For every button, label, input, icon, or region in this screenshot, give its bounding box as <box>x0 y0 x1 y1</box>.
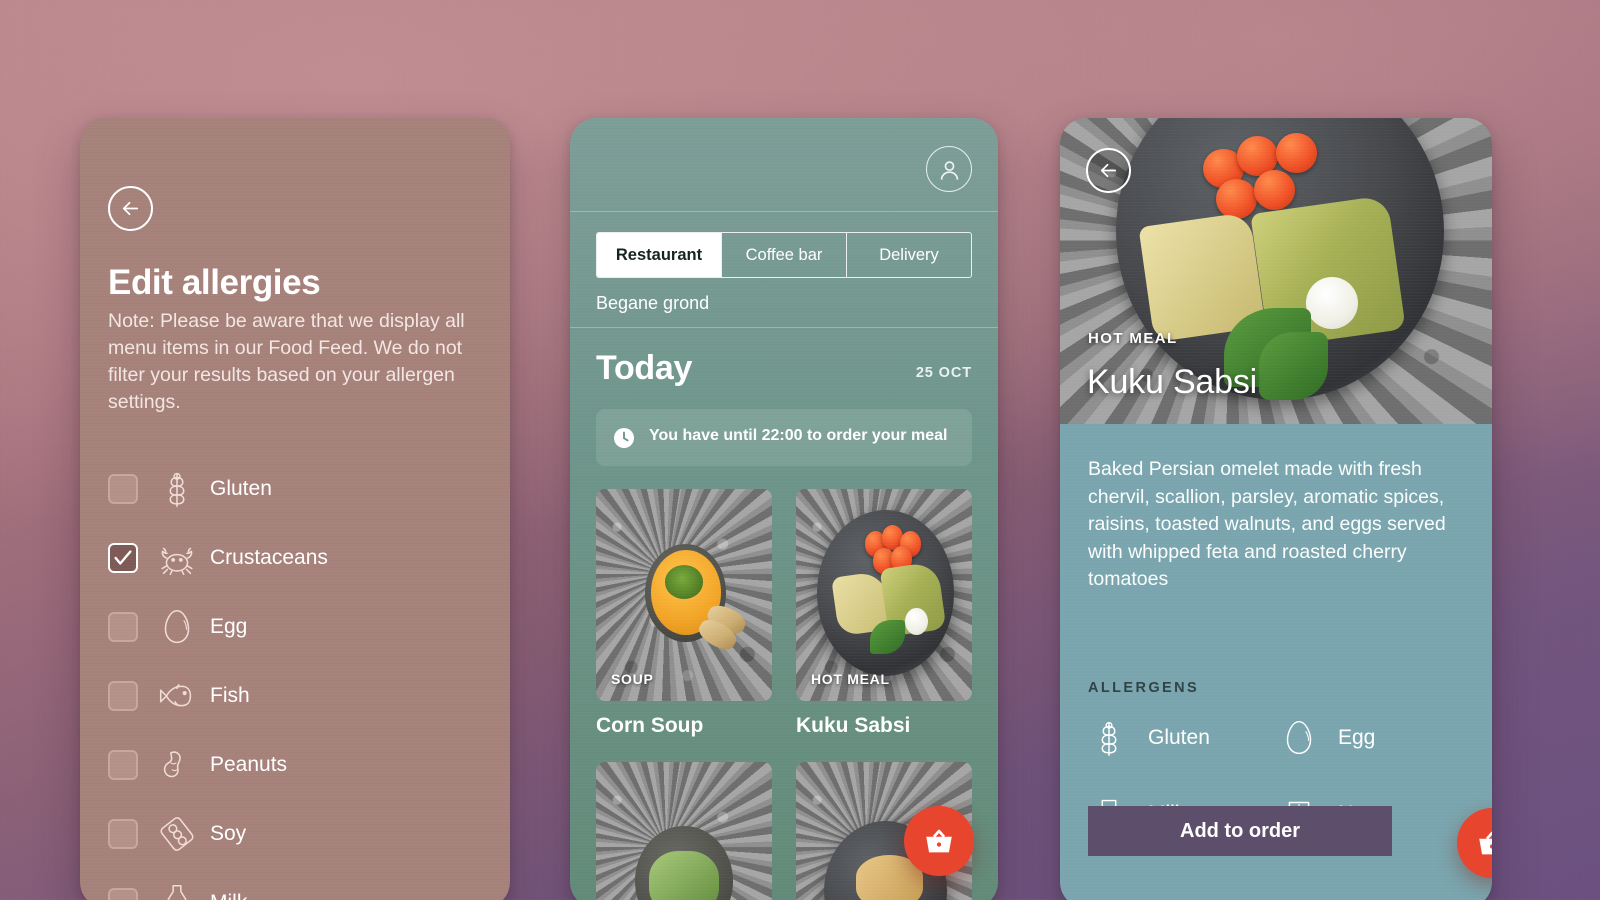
feed-screen: Restaurant Coffee bar Delivery Begane gr… <box>570 118 998 900</box>
meal-card-title: Kuku Sabsi <box>796 714 911 737</box>
soybean-icon <box>150 810 204 858</box>
detail-screen: HOT MEAL Kuku Sabsi Baked Persian omelet… <box>1060 118 1492 900</box>
cherry-tomato <box>1254 170 1296 210</box>
meal-card-corn-soup[interactable]: SOUP Corn Soup <box>596 489 772 738</box>
egg-icon <box>1286 720 1312 754</box>
cherry-tomato <box>1276 133 1318 174</box>
clock-icon <box>614 428 634 448</box>
checkbox-egg[interactable] <box>108 611 138 642</box>
page-title: Edit allergies <box>108 263 321 302</box>
allergens-heading: ALLERGENS <box>1088 679 1200 696</box>
fish-icon <box>150 672 204 720</box>
user-avatar-icon <box>940 160 958 180</box>
allergen-egg: Egg <box>1276 714 1466 762</box>
arrow-left-icon <box>1100 163 1117 178</box>
allergy-label: Fish <box>210 683 250 707</box>
wheat-icon <box>150 465 204 513</box>
meal-category-tag: SOUP <box>611 671 654 687</box>
allergy-row-soy[interactable]: Soy <box>108 799 482 868</box>
location-label: Begane grond <box>596 293 710 313</box>
peanut-icon <box>150 741 204 789</box>
feed-header <box>570 118 998 211</box>
allergy-row-peanuts[interactable]: Peanuts <box>108 730 482 799</box>
allergy-row-milk[interactable]: Milk <box>108 868 482 900</box>
profile-avatar-button[interactable] <box>926 146 972 192</box>
allergy-list: Gluten Crustaceans Egg Fish Peanuts Soy <box>108 454 482 900</box>
back-button[interactable] <box>1086 148 1131 193</box>
meal-card-partial-left[interactable] <box>596 762 772 900</box>
meal-card-image: SOUP <box>596 489 772 701</box>
allergy-label: Soy <box>210 821 247 845</box>
allergy-label: Milk <box>210 891 247 900</box>
cart-fab-button[interactable] <box>904 806 974 876</box>
tab-coffee-bar[interactable]: Coffee bar <box>721 233 846 277</box>
whipped-feta <box>1306 277 1359 330</box>
checkbox-milk[interactable] <box>108 887 138 900</box>
hero-image: HOT MEAL Kuku Sabsi <box>1060 118 1492 424</box>
checkbox-crustaceans[interactable] <box>108 542 138 573</box>
date-label: 25 OCT <box>915 365 972 381</box>
back-button[interactable] <box>108 186 153 231</box>
checkbox-soy[interactable] <box>108 818 138 849</box>
egg-icon <box>150 603 204 651</box>
cherry-tomato <box>1215 179 1257 219</box>
allergen-label: Egg <box>1338 725 1376 749</box>
add-to-order-button[interactable]: Add to order <box>1088 806 1392 856</box>
basket-icon <box>1479 831 1492 855</box>
allergy-label: Gluten <box>210 476 272 500</box>
whipped-feta <box>905 607 928 636</box>
segmented-tabs: Restaurant Coffee bar Delivery <box>596 232 972 278</box>
wheat-icon <box>1101 721 1117 756</box>
today-header: Today 25 OCT <box>570 328 998 388</box>
notice-text: You have until 22:00 to order your meal <box>649 427 948 444</box>
crab-icon <box>150 534 204 582</box>
allergy-label: Peanuts <box>210 752 288 776</box>
allergen-gluten: Gluten <box>1086 714 1276 762</box>
basket-icon <box>926 829 952 853</box>
tab-delivery[interactable]: Delivery <box>846 233 971 277</box>
meal-card-title: Corn Soup <box>596 714 704 737</box>
checkbox-peanuts[interactable] <box>108 749 138 780</box>
meal-description: Baked Persian omelet made with fresh che… <box>1088 458 1446 590</box>
header-divider <box>570 211 998 212</box>
allergy-label: Egg <box>210 614 248 638</box>
checkbox-gluten[interactable] <box>108 473 138 504</box>
meal-category-tag: HOT MEAL <box>811 671 890 687</box>
arrow-left-icon <box>122 201 139 216</box>
meal-card-image: HOT MEAL <box>796 489 972 701</box>
meal-title: Kuku Sabsi <box>1087 363 1257 401</box>
allergy-row-gluten[interactable]: Gluten <box>108 454 482 523</box>
allergy-label: Crustaceans <box>210 545 328 569</box>
check-icon <box>114 549 132 565</box>
order-deadline-notice: You have until 22:00 to order your meal <box>596 409 972 466</box>
meal-category: HOT MEAL <box>1088 330 1178 347</box>
salad-greens <box>648 851 720 900</box>
allergy-row-fish[interactable]: Fish <box>108 661 482 730</box>
meal-card-image <box>596 762 772 900</box>
meal-card-kuku-sabsi[interactable]: HOT MEAL Kuku Sabsi <box>796 489 972 738</box>
allergy-row-egg[interactable]: Egg <box>108 592 482 661</box>
section-title: Today <box>596 349 693 387</box>
allergy-row-crustaceans[interactable]: Crustaceans <box>108 523 482 592</box>
tab-restaurant[interactable]: Restaurant <box>597 233 721 277</box>
page-note: Note: Please be aware that we display al… <box>108 310 465 413</box>
allergies-screen: Edit allergies Note: Please be aware tha… <box>80 118 510 900</box>
allergen-label: Gluten <box>1148 725 1210 749</box>
checkbox-fish[interactable] <box>108 680 138 711</box>
milk-bottle-icon <box>150 879 204 900</box>
greens <box>1258 332 1328 400</box>
